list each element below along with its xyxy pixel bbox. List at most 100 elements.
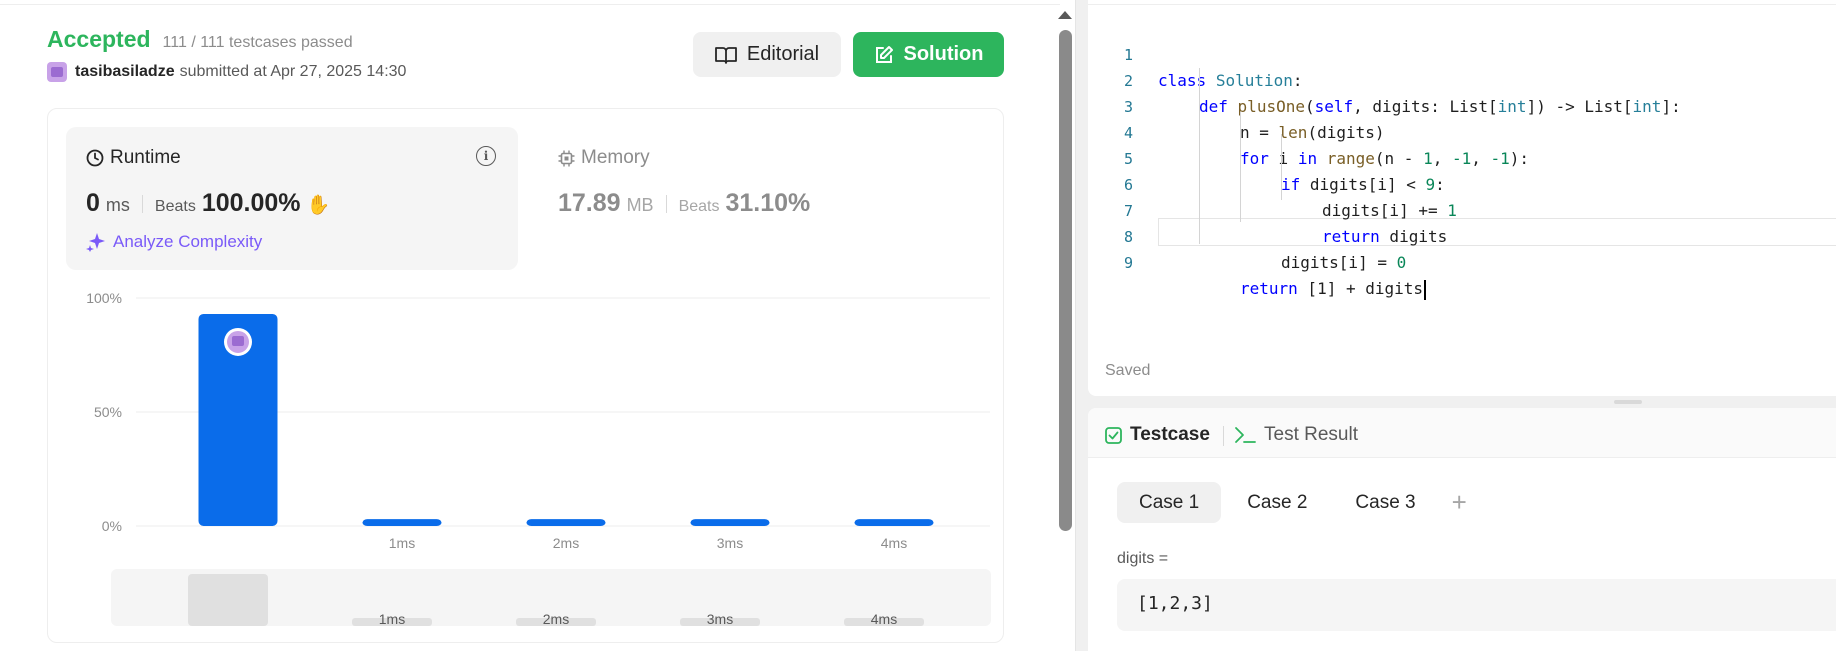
code-token: , <box>1432 149 1452 168</box>
code-line[interactable]: 5 if digits[i] < 9: <box>1088 120 1445 194</box>
username-link[interactable]: tasibasiladze <box>75 63 175 81</box>
testcase-panel: Testcase Test Result Case 1 Case 2 Case … <box>1088 408 1836 651</box>
x-tick-label: 1ms <box>389 535 415 551</box>
code-token: digits[i] < <box>1300 175 1426 194</box>
case-tab-1[interactable]: Case 1 <box>1117 482 1222 523</box>
number-token: -1 <box>1490 149 1510 168</box>
code-token: , <box>1471 149 1491 168</box>
keyword-token: if <box>1281 175 1301 194</box>
keyword-token: return <box>1322 227 1380 246</box>
overview-bar <box>188 574 268 626</box>
avatar[interactable] <box>47 62 67 82</box>
number-token: 0 <box>1396 253 1407 272</box>
code-token: (digits) <box>1307 123 1385 142</box>
code-token: : <box>1435 175 1445 194</box>
type-token: int <box>1632 97 1662 116</box>
y-tick-label: 50% <box>94 404 122 420</box>
keyword-token: self <box>1314 97 1354 116</box>
code-text: digits[i] += 1 <box>1322 198 1457 224</box>
testcase-tabs: Testcase Test Result <box>1088 408 1836 458</box>
solution-label: Solution <box>903 43 984 65</box>
code-line[interactable]: 7 return digits <box>1088 172 1447 246</box>
code-text: digits[i] = 0 <box>1281 250 1406 276</box>
function-token: plusOne <box>1237 97 1305 116</box>
code-token: : <box>1292 71 1303 90</box>
x-tick-label: 2ms <box>553 535 579 551</box>
code-line[interactable]: 4 for i in range(n - 1, -1, -1): <box>1088 94 1529 168</box>
code-line[interactable]: 3 n = len(digits) <box>1088 68 1385 142</box>
overview-tick-label: 3ms <box>707 611 733 627</box>
x-tick-label: 3ms <box>717 535 743 551</box>
indent-guide <box>1199 68 1200 244</box>
keyword-token: def <box>1199 97 1228 116</box>
code-token: ( <box>1304 97 1315 116</box>
code-token: digits[i] = <box>1281 253 1397 272</box>
code-token: i <box>1268 149 1298 168</box>
tab-divider <box>1223 426 1224 446</box>
code-line[interactable]: 6 digits[i] += 1 <box>1088 146 1457 220</box>
code-line[interactable]: 2 def plusOne(self, digits: List[int]) -… <box>1088 42 1681 116</box>
overview-tick-label: 4ms <box>871 611 897 627</box>
class-token: Solution <box>1215 71 1293 90</box>
code-token: ]: <box>1661 97 1681 116</box>
case-tab-3[interactable]: Case 3 <box>1333 482 1437 523</box>
code-text: def plusOne(self, digits: List[int]) -> … <box>1199 94 1681 120</box>
editorial-button[interactable]: Editorial <box>693 32 841 77</box>
testcases-passed: 111 / 111 testcases passed <box>162 34 353 51</box>
number-token: -1 <box>1451 149 1472 168</box>
panel-top-border <box>0 0 1060 5</box>
app-root: Accepted 111 / 111 testcases passed tasi… <box>0 0 1836 651</box>
code-text: if digits[i] < 9: <box>1281 172 1445 198</box>
code-text: class Solution: <box>1158 68 1303 94</box>
code-text: for i in range(n - 1, -1, -1): <box>1240 146 1529 172</box>
indent-guide <box>1281 134 1282 200</box>
code-line[interactable]: 1 class Solution: <box>1088 16 1303 90</box>
x-tick-label: 4ms <box>881 535 907 551</box>
function-token: len <box>1278 123 1308 142</box>
submitter-info: tasibasiladze submitted at Apr 27, 2025 … <box>47 62 406 82</box>
submission-panel: Accepted 111 / 111 testcases passed tasi… <box>0 0 1076 651</box>
keyword-token: for <box>1240 149 1269 168</box>
edit-icon <box>875 45 893 63</box>
runtime-distribution-chart[interactable]: 0% 50% 100% 1ms 2ms 3ms 4ms 1ms 2ms 3ms 4ms <box>48 109 1005 644</box>
tab-test-result-label: Test Result <box>1264 424 1358 445</box>
case-tabs: Case 1 Case 2 Case 3 + <box>1117 482 1467 523</box>
number-token: 1 <box>1447 201 1457 220</box>
chart-bar <box>526 519 606 526</box>
scroll-up-arrow[interactable] <box>1058 11 1072 19</box>
tab-testcase[interactable]: Testcase <box>1105 424 1210 446</box>
code-token: (n - <box>1374 149 1424 168</box>
case-tab-2[interactable]: Case 2 <box>1225 482 1329 523</box>
param-label: digits = <box>1117 550 1169 567</box>
editor-top-border <box>1088 0 1836 5</box>
terminal-icon <box>1235 427 1256 443</box>
keyword-token: return <box>1240 279 1298 298</box>
number-token: 9 <box>1425 175 1436 194</box>
code-line[interactable]: 8 digits[i] = 0 <box>1088 198 1406 272</box>
book-icon <box>714 46 737 64</box>
number-token: 1 <box>1423 149 1433 168</box>
submitted-at: submitted at Apr 27, 2025 14:30 <box>179 63 407 80</box>
scrollbar-thumb[interactable] <box>1059 30 1072 531</box>
code-text: n = len(digits) <box>1240 120 1385 146</box>
y-tick-label: 100% <box>86 290 122 306</box>
tab-test-result[interactable]: Test Result <box>1234 424 1358 446</box>
tab-testcase-label: Testcase <box>1130 424 1210 445</box>
code-text: return [1] + digits <box>1240 276 1427 302</box>
code-token: ): <box>1509 149 1530 168</box>
param-input[interactable]: [1,2,3] <box>1117 579 1836 631</box>
solution-button[interactable]: Solution <box>853 32 1004 77</box>
function-token: range <box>1326 149 1375 168</box>
performance-card: Runtime i 0 ms Beats 100.00% ✋ Analyze C… <box>47 108 1004 643</box>
chart-bar <box>362 519 442 526</box>
panel-resize-handle[interactable] <box>1614 400 1642 404</box>
y-tick-label: 0% <box>102 518 122 534</box>
add-case-button[interactable]: + <box>1452 487 1467 518</box>
code-line[interactable]: 9 return [1] + digits <box>1088 224 1427 300</box>
code-editor[interactable]: 1 class Solution: 2 def plusOne(self, di… <box>1088 0 1836 396</box>
code-lines: 1 class Solution: 2 def plusOne(self, di… <box>1088 16 1681 300</box>
submission-status: Accepted 111 / 111 testcases passed <box>47 26 353 53</box>
saved-status: Saved <box>1105 362 1151 379</box>
chart-bar <box>854 519 934 526</box>
